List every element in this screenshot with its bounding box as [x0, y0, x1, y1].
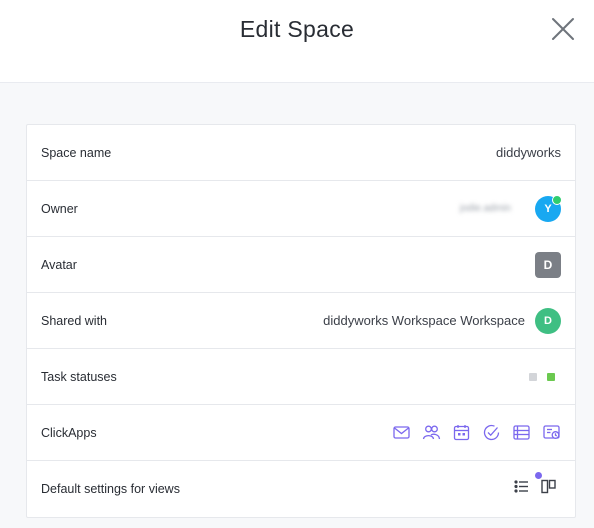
- avatar-row[interactable]: Avatar D: [27, 237, 575, 293]
- clickapps-label: ClickApps: [41, 425, 97, 440]
- owner-name: jodie.admin: [459, 203, 511, 214]
- status-closed-square: [547, 372, 555, 381]
- space-name-label: Space name: [41, 145, 112, 160]
- clickapps-row[interactable]: ClickApps: [27, 405, 575, 461]
- settings-panel: Space name diddyworks Owner jodie.admin …: [26, 124, 576, 518]
- shared-with-label: Shared with: [41, 313, 108, 328]
- dialog-title: Edit Space: [239, 16, 355, 42]
- check-circle-icon[interactable]: [482, 423, 501, 442]
- space-avatar-initial: D: [543, 257, 553, 272]
- default-views-row[interactable]: Default settings for views: [27, 461, 575, 516]
- owner-row[interactable]: Owner jodie.admin Y: [27, 181, 575, 237]
- workspace-avatar-initial: D: [544, 314, 552, 327]
- clickapps-icons: [392, 423, 561, 442]
- list-icon[interactable]: [513, 478, 530, 500]
- close-icon[interactable]: [550, 16, 576, 42]
- task-statuses-row[interactable]: Task statuses: [27, 349, 575, 405]
- workspace-avatar[interactable]: D: [535, 307, 561, 334]
- views-indicator-dot: [535, 471, 542, 479]
- task-statuses-label: Task statuses: [41, 369, 117, 384]
- owner-avatar-initial: Y: [544, 202, 552, 215]
- space-name-row[interactable]: Space name diddyworks: [27, 125, 575, 181]
- people-icon[interactable]: [422, 423, 441, 442]
- owner-label: Owner: [41, 201, 78, 216]
- space-name-value: diddyworks: [495, 145, 561, 160]
- default-views-label: Default settings for views: [41, 481, 180, 496]
- space-avatar[interactable]: D: [535, 251, 561, 278]
- email-icon[interactable]: [392, 423, 411, 442]
- dialog-header: Edit Space: [0, 0, 594, 83]
- default-views-icons: [513, 471, 557, 500]
- avatar-label: Avatar: [41, 257, 77, 272]
- calendar-icon[interactable]: [452, 423, 471, 442]
- shared-with-value: diddyworks Workspace Workspace: [323, 313, 525, 328]
- board-icon[interactable]: [540, 478, 557, 500]
- status-open-square: [529, 372, 537, 381]
- shared-with-row[interactable]: Shared with diddyworks Workspace Workspa…: [27, 293, 575, 349]
- online-status-dot: [552, 194, 562, 205]
- owner-avatar[interactable]: Y: [535, 194, 562, 222]
- list-view-icon[interactable]: [512, 423, 531, 442]
- time-estimate-icon[interactable]: [542, 423, 561, 442]
